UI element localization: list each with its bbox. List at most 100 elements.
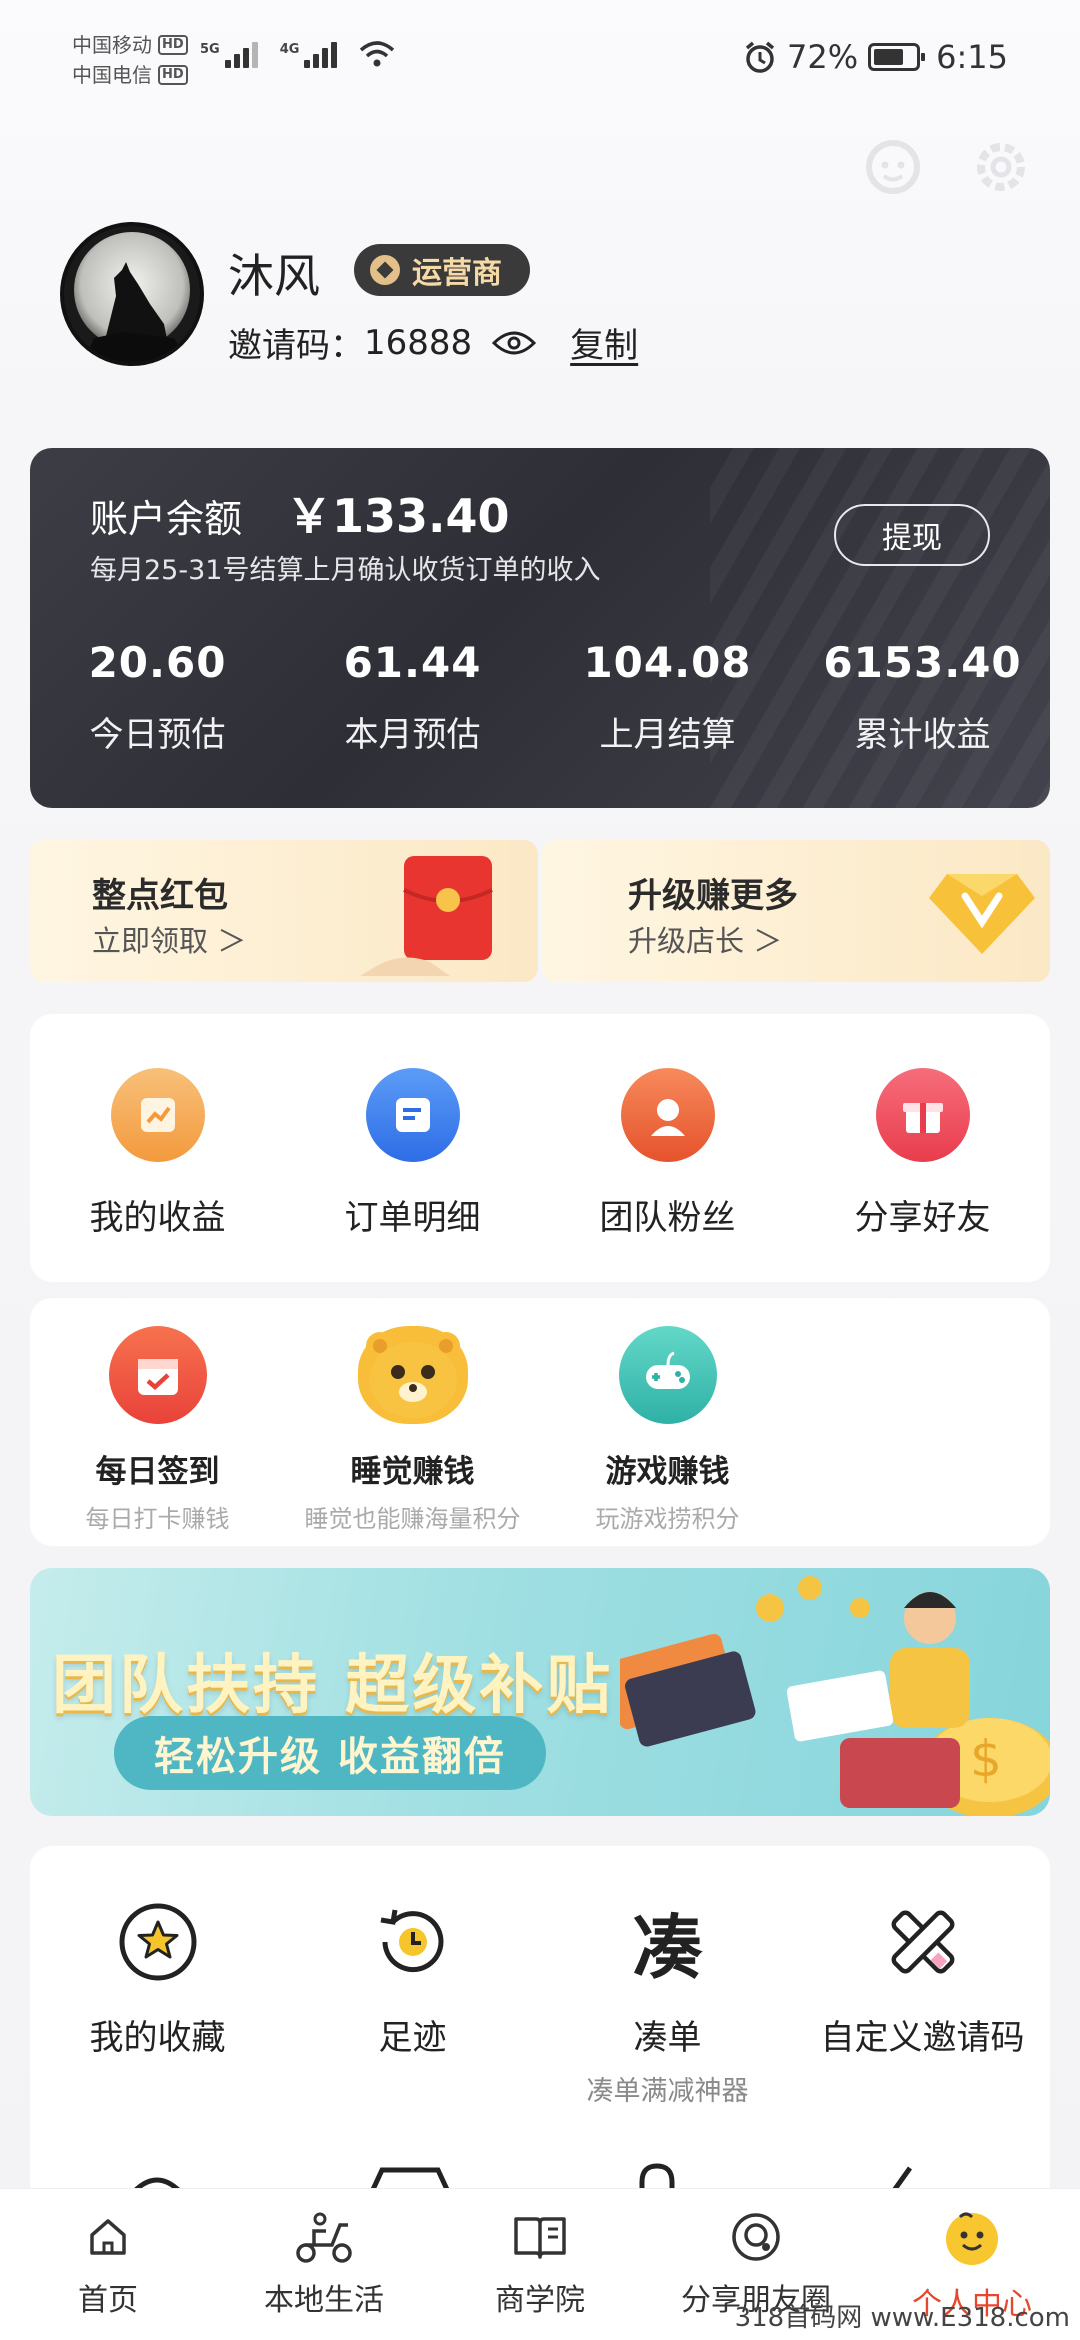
menu-label: 团队粉丝 [599,1198,736,1238]
withdraw-button[interactable]: 提现 [834,504,990,566]
red-envelope-icon [360,856,493,976]
promo-subtitle: 升级店长 ＞ [628,924,783,958]
battery-level [874,49,904,65]
stat-value: 20.60 [88,638,227,687]
status-right: 72% 6:15 [743,38,1008,76]
diamond-icon [929,874,1035,954]
wolf-moon-avatar [74,232,190,362]
gamepad-icon [618,1326,717,1424]
profile-icon [946,2212,998,2265]
network-type: 5G [200,42,220,57]
menu-order-details[interactable]: 订单明细 [285,1068,540,1239]
nav-label: 本地生活 [264,2283,384,2318]
nav-label: 商学院 [495,2283,585,2318]
stat-today[interactable]: 20.60 今日预估 [30,638,285,756]
invite-label: 邀请码： [228,326,364,366]
clock-icon [373,1902,453,1982]
promo-title: 升级赚更多 [628,876,798,916]
balance-amount: ￥133.40 [286,489,510,543]
stat-last-month[interactable]: 104.08 上月结算 [540,638,795,756]
menu-label: 分享好友 [854,1198,991,1238]
wifi-icon [360,41,395,67]
order-icon [365,1068,460,1162]
tool-favorites[interactable]: 我的收藏 [30,1902,285,2108]
hd-badge: HD [158,35,188,55]
balance-card: 账户余额 ￥133.40 每月25-31号结算上月确认收货订单的收入 提现 20… [30,448,1050,808]
tool-custom-invite-code[interactable]: 自定义邀请码 [795,1902,1050,2108]
banner-pill: 轻松升级 收益翻倍 [114,1716,546,1790]
task-daily-checkin[interactable]: 每日签到 每日打卡赚钱 [30,1326,285,1534]
operator-badge: 运营商 [354,244,530,296]
tool-label: 我的收藏 [89,2018,226,2058]
stat-label: 上月结算 [599,715,736,755]
clock-time: 6:15 [936,38,1008,76]
tool-coudan[interactable]: 凑 凑单 凑单满减神器 [540,1902,795,2108]
stat-value: 61.44 [343,638,482,687]
gift-icon [875,1068,970,1162]
banner-title: 团队扶持 超级补贴 [52,1649,614,1723]
copy-button[interactable]: 复制 [570,318,638,367]
calendar-icon [108,1326,207,1424]
promo-title: 整点红包 [92,876,228,916]
menu-share-friends[interactable]: 分享好友 [795,1068,1050,1239]
task-game-earn[interactable]: 游戏赚钱 玩游戏捞积分 [540,1326,795,1534]
bear-icon [357,1326,468,1424]
tool-label: 足迹 [378,2018,447,2058]
carrier-2: 中国电信 [72,63,152,87]
settings-icon[interactable] [966,132,1036,202]
team-icon [620,1068,715,1162]
stat-total[interactable]: 6153.40 累计收益 [795,638,1050,756]
task-card: 每日签到 每日打卡赚钱 睡觉赚钱 睡觉也能赚海量积分 游戏赚钱 玩游戏捞积分 [30,1298,1050,1546]
nav-home[interactable]: 首页 [0,2189,216,2340]
task-title: 游戏赚钱 [605,1454,730,1490]
invite-code-row: 邀请码： 16888 复制 [228,318,638,367]
balance-label: 账户余额 [90,497,243,541]
stat-label: 本月预估 [344,715,481,755]
menu-label: 我的收益 [89,1198,226,1238]
task-sleep-earn[interactable]: 睡觉赚钱 睡觉也能赚海量积分 [285,1326,540,1534]
coudan-icon: 凑 [632,1906,703,1989]
stat-value: 104.08 [583,638,752,687]
earnings-stats: 20.60 今日预估 61.44 本月预估 104.08 上月结算 6153.40 累计… [30,638,1050,756]
task-title: 每日签到 [95,1454,220,1490]
stat-label: 今日预估 [89,715,226,755]
svg-text:$: $ [970,1730,1002,1788]
tool-label: 自定义邀请码 [820,2018,1025,2058]
menu-team-fans[interactable]: 团队粉丝 [540,1068,795,1239]
stat-value: 6153.40 [823,638,1022,687]
username: 沐风 [228,249,320,303]
tool-footprints[interactable]: 足迹 [285,1902,540,2108]
promo-subtitle: 立即领取 ＞ [92,924,247,958]
diamond-badge-icon [370,255,400,285]
task-subtitle: 玩游戏捞积分 [595,1505,740,1533]
nav-business-school[interactable]: 商学院 [432,2189,648,2340]
menu-label: 订单明细 [344,1198,481,1238]
hd-badge: HD [158,65,188,85]
settlement-note: 每月25-31号结算上月确认收货订单的收入 [90,555,601,586]
book-icon [514,2217,566,2259]
customer-service-icon[interactable] [858,132,928,202]
tools-card: 我的收藏 足迹 凑 凑单 凑单满减神器 自定义邀请码 [30,1846,1050,2206]
avatar[interactable] [60,222,204,366]
carrier-info: 中国移动 HD 中国电信 HD [72,30,188,90]
star-icon [118,1902,198,1982]
stat-month[interactable]: 61.44 本月预估 [285,638,540,756]
hourly-red-packet-promo[interactable]: 整点红包 立即领取 ＞ [30,840,538,982]
team-support-banner[interactable]: 团队扶持 超级补贴 轻松升级 收益翻倍 $ [30,1568,1050,1816]
signal-icon: 5G 4G [200,40,395,68]
eye-icon[interactable] [492,329,537,357]
badge-label: 运营商 [412,256,502,291]
menu-my-earnings[interactable]: 我的收益 [30,1068,285,1239]
main-menu-card: 我的收益 订单明细 团队粉丝 分享好友 [30,1014,1050,1282]
battery-icon [868,43,926,71]
banner-illustration: $ [620,1576,1050,1816]
moments-icon [732,2213,780,2261]
nav-local-life[interactable]: 本地生活 [216,2189,432,2340]
carrier-1: 中国移动 [72,33,152,57]
scooter-icon [296,2212,352,2263]
battery-percent: 72% [787,38,859,76]
upgrade-promo[interactable]: 升级赚更多 升级店长 ＞ [542,840,1050,982]
tool-sub: 凑单满减神器 [586,2076,749,2107]
alarm-icon [745,41,775,73]
task-subtitle: 睡觉也能赚海量积分 [304,1505,521,1533]
